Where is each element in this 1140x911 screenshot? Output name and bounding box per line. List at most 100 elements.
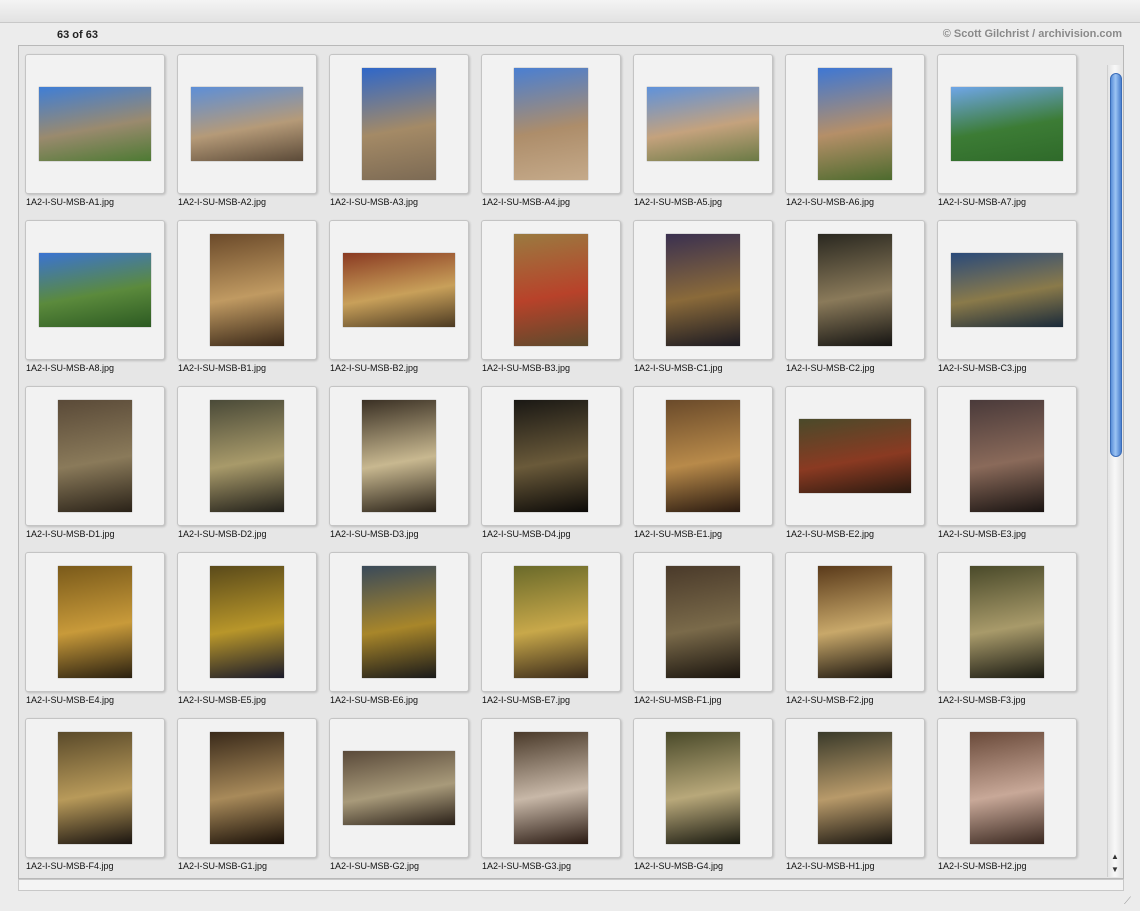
slide-mount[interactable] — [633, 220, 773, 360]
slide-mount[interactable] — [937, 718, 1077, 858]
thumbnail-item[interactable]: 1A2-I-SU-MSB-E5.jpg — [171, 544, 323, 710]
slide-mount[interactable] — [329, 54, 469, 194]
thumbnail-image[interactable] — [970, 400, 1044, 512]
slide-mount[interactable] — [785, 220, 925, 360]
thumbnail-image[interactable] — [58, 566, 132, 678]
resize-grip-icon[interactable]: ⟋ — [1124, 896, 1136, 908]
thumbnail-image[interactable] — [58, 732, 132, 844]
scroll-down-arrow-icon[interactable]: ▼ — [1110, 864, 1120, 876]
thumbnail-image[interactable] — [362, 400, 436, 512]
thumbnail-item[interactable]: 1A2-I-SU-MSB-B1.jpg — [171, 212, 323, 378]
slide-mount[interactable] — [25, 386, 165, 526]
thumbnail-image[interactable] — [362, 566, 436, 678]
slide-mount[interactable] — [481, 718, 621, 858]
thumbnail-item[interactable]: 1A2-I-SU-MSB-D4.jpg — [475, 378, 627, 544]
slide-mount[interactable] — [937, 54, 1077, 194]
thumbnail-image[interactable] — [818, 732, 892, 844]
thumbnail-item[interactable]: 1A2-I-SU-MSB-C2.jpg — [779, 212, 931, 378]
slide-mount[interactable] — [481, 54, 621, 194]
slide-mount[interactable] — [785, 718, 925, 858]
thumbnail-item[interactable]: 1A2-I-SU-MSB-H2.jpg — [931, 710, 1083, 876]
slide-mount[interactable] — [177, 54, 317, 194]
thumbnail-image[interactable] — [210, 732, 284, 844]
thumbnail-image[interactable] — [210, 400, 284, 512]
slide-mount[interactable] — [329, 552, 469, 692]
slide-mount[interactable] — [937, 220, 1077, 360]
slide-mount[interactable] — [329, 386, 469, 526]
slide-mount[interactable] — [633, 552, 773, 692]
slide-mount[interactable] — [633, 54, 773, 194]
thumbnail-image[interactable] — [514, 234, 588, 346]
thumbnail-item[interactable]: 1A2-I-SU-MSB-E1.jpg — [627, 378, 779, 544]
thumbnail-image[interactable] — [647, 87, 759, 161]
thumbnail-image[interactable] — [951, 87, 1063, 161]
thumbnail-image[interactable] — [799, 419, 911, 493]
thumbnail-image[interactable] — [970, 732, 1044, 844]
thumbnail-image[interactable] — [666, 732, 740, 844]
vertical-scrollbar[interactable]: ▲ ▼ — [1107, 65, 1122, 877]
thumbnail-item[interactable]: 1A2-I-SU-MSB-E4.jpg — [19, 544, 171, 710]
thumbnail-item[interactable]: 1A2-I-SU-MSB-G2.jpg — [323, 710, 475, 876]
thumbnail-item[interactable]: 1A2-I-SU-MSB-D3.jpg — [323, 378, 475, 544]
thumbnail-item[interactable]: 1A2-I-SU-MSB-A8.jpg — [19, 212, 171, 378]
thumbnail-item[interactable]: 1A2-I-SU-MSB-G3.jpg — [475, 710, 627, 876]
thumbnail-image[interactable] — [39, 253, 151, 327]
thumbnail-image[interactable] — [818, 566, 892, 678]
thumbnail-image[interactable] — [514, 400, 588, 512]
thumbnail-image[interactable] — [343, 751, 455, 825]
thumbnail-item[interactable]: 1A2-I-SU-MSB-A4.jpg — [475, 46, 627, 212]
thumbnail-image[interactable] — [951, 253, 1063, 327]
thumbnail-item[interactable]: 1A2-I-SU-MSB-A1.jpg — [19, 46, 171, 212]
slide-mount[interactable] — [177, 718, 317, 858]
slide-mount[interactable] — [25, 54, 165, 194]
thumbnail-item[interactable]: 1A2-I-SU-MSB-E6.jpg — [323, 544, 475, 710]
slide-mount[interactable] — [177, 552, 317, 692]
thumbnail-image[interactable] — [818, 234, 892, 346]
thumbnail-image[interactable] — [210, 566, 284, 678]
thumbnail-image[interactable] — [970, 566, 1044, 678]
thumbnail-item[interactable]: 1A2-I-SU-MSB-F4.jpg — [19, 710, 171, 876]
slide-mount[interactable] — [25, 552, 165, 692]
slide-mount[interactable] — [25, 220, 165, 360]
thumbnail-image[interactable] — [210, 234, 284, 346]
thumbnail-image[interactable] — [666, 234, 740, 346]
thumbnail-image[interactable] — [666, 566, 740, 678]
slide-mount[interactable] — [177, 386, 317, 526]
thumbnail-item[interactable]: 1A2-I-SU-MSB-F3.jpg — [931, 544, 1083, 710]
thumbnail-image[interactable] — [514, 566, 588, 678]
thumbnail-image[interactable] — [666, 400, 740, 512]
slide-mount[interactable] — [329, 220, 469, 360]
slide-mount[interactable] — [329, 718, 469, 858]
scrollbar-thumb[interactable] — [1110, 73, 1122, 457]
thumbnail-image[interactable] — [514, 732, 588, 844]
thumbnail-item[interactable]: 1A2-I-SU-MSB-A3.jpg — [323, 46, 475, 212]
thumbnail-item[interactable]: 1A2-I-SU-MSB-H1.jpg — [779, 710, 931, 876]
thumbnail-item[interactable]: 1A2-I-SU-MSB-D1.jpg — [19, 378, 171, 544]
thumbnail-item[interactable]: 1A2-I-SU-MSB-G4.jpg — [627, 710, 779, 876]
slide-mount[interactable] — [937, 552, 1077, 692]
thumbnail-item[interactable]: 1A2-I-SU-MSB-E7.jpg — [475, 544, 627, 710]
slide-mount[interactable] — [785, 386, 925, 526]
slide-mount[interactable] — [785, 54, 925, 194]
thumbnail-item[interactable]: 1A2-I-SU-MSB-B2.jpg — [323, 212, 475, 378]
thumbnail-image[interactable] — [362, 68, 436, 180]
slide-mount[interactable] — [633, 718, 773, 858]
slide-mount[interactable] — [177, 220, 317, 360]
thumbnail-item[interactable]: 1A2-I-SU-MSB-G1.jpg — [171, 710, 323, 876]
scroll-up-arrow-icon[interactable]: ▲ — [1110, 851, 1120, 863]
thumbnail-item[interactable]: 1A2-I-SU-MSB-E3.jpg — [931, 378, 1083, 544]
thumbnail-image[interactable] — [39, 87, 151, 161]
thumbnail-item[interactable]: 1A2-I-SU-MSB-A6.jpg — [779, 46, 931, 212]
thumbnail-item[interactable]: 1A2-I-SU-MSB-B3.jpg — [475, 212, 627, 378]
thumbnail-item[interactable]: 1A2-I-SU-MSB-F1.jpg — [627, 544, 779, 710]
slide-mount[interactable] — [633, 386, 773, 526]
horizontal-scrollbar[interactable] — [18, 879, 1124, 891]
thumbnail-image[interactable] — [343, 253, 455, 327]
thumbnail-item[interactable]: 1A2-I-SU-MSB-A7.jpg — [931, 46, 1083, 212]
thumbnail-item[interactable]: 1A2-I-SU-MSB-A5.jpg — [627, 46, 779, 212]
slide-mount[interactable] — [25, 718, 165, 858]
thumbnail-item[interactable]: 1A2-I-SU-MSB-C1.jpg — [627, 212, 779, 378]
thumbnail-image[interactable] — [58, 400, 132, 512]
thumbnail-item[interactable]: 1A2-I-SU-MSB-E2.jpg — [779, 378, 931, 544]
thumbnail-image[interactable] — [514, 68, 588, 180]
